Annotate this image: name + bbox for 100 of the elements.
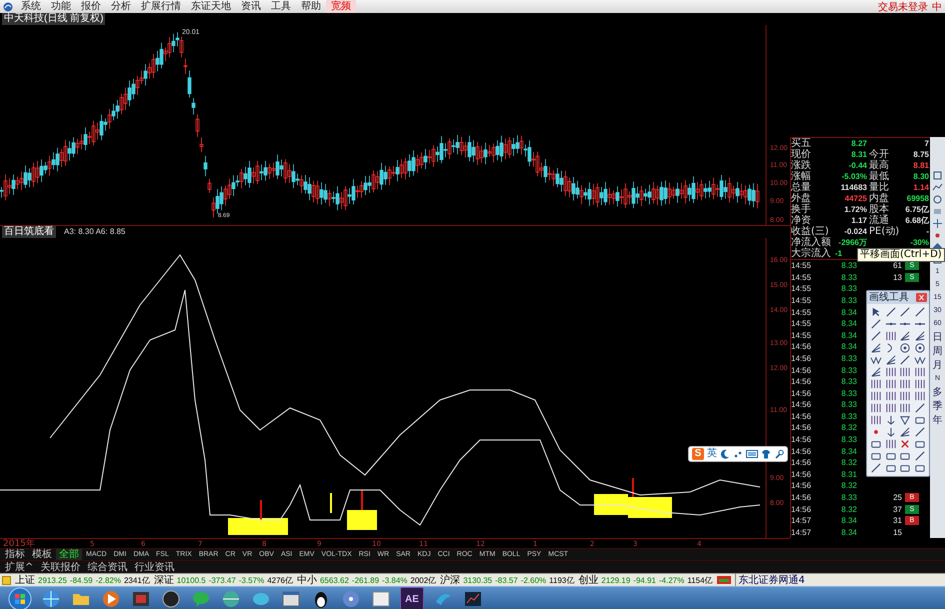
quote-value: 6.68亿 (905, 216, 929, 225)
tick-price: 8.32 (840, 458, 858, 468)
quote-label: 换手 (791, 204, 812, 215)
chart-title: 中天科技(日线 前复权) (2, 13, 106, 25)
tick-price: 8.34 (840, 308, 858, 317)
tick-time: 14:56 (791, 354, 812, 363)
quote-value: 8.30 (913, 172, 929, 181)
quote-value: -2966万 (838, 238, 867, 247)
quote-value: -0.024 (844, 227, 867, 236)
quote-value: 69958 (906, 194, 929, 203)
quote-label: 净资 (791, 215, 812, 226)
tick-volume: 25 (892, 492, 903, 502)
period-button[interactable]: 年 (932, 414, 942, 427)
menu-item[interactable]: 功能 (46, 0, 76, 13)
quote-value: -1 (835, 249, 842, 258)
index-amount: 4276亿 (267, 574, 293, 586)
index-value: 6563.62 (320, 576, 349, 584)
tick-time: 14:56 (791, 366, 812, 375)
quote-value: -5.03% (842, 172, 867, 181)
menu-item[interactable]: 资讯 (236, 0, 266, 13)
quote-label: 买五 (791, 138, 812, 149)
tick-time: 14:56 (791, 388, 812, 398)
index-value: 10100.5 (176, 576, 206, 584)
quote-value: 44725 (844, 194, 867, 203)
tick-time: 14:56 (791, 458, 812, 468)
input-mode-button[interactable]: 英 (707, 448, 717, 460)
login-status[interactable]: 交易未登录 (878, 0, 932, 14)
menu-item[interactable]: 系统 (16, 0, 46, 13)
tick-price: 8.32 (840, 481, 858, 490)
tick-time: 14:57 (791, 516, 812, 526)
quote-label: 股本 (869, 204, 890, 215)
quote-label: 内盘 (869, 193, 890, 204)
tick-price: 8.31 (840, 470, 858, 479)
menu-item[interactable]: 报价 (76, 0, 106, 13)
info-tab[interactable]: 扩展^ (2, 562, 36, 572)
period-button[interactable]: 周 (932, 345, 942, 358)
index-percent: -3.84% (382, 576, 408, 584)
tick-time: 14:55 (791, 308, 812, 317)
menu-item[interactable]: 东证天地 (186, 0, 236, 13)
tick-time: 14:56 (791, 481, 812, 490)
menu-item[interactable]: 宽频 (326, 0, 356, 13)
indicator-tab[interactable]: 模板 (29, 549, 55, 560)
info-tab[interactable]: 行业资讯 (131, 562, 178, 572)
tick-price: 8.34 (840, 446, 858, 456)
quote-label: 外盘 (791, 193, 812, 204)
tick-time: 14:56 (791, 412, 812, 421)
quote-label: 今开 (869, 149, 890, 160)
quote-label: PE(动) (869, 226, 897, 237)
tick-price: 8.34 (840, 516, 858, 526)
tick-time: 14:55 (791, 296, 812, 306)
tick-price: 8.32 (840, 504, 858, 514)
tooltip: 平移画面(Ctrl+D) (857, 248, 945, 262)
menu-item[interactable]: 分析 (106, 0, 136, 13)
quote-label: 总量 (791, 182, 812, 193)
index-name: 创业 (578, 574, 598, 587)
tick-volume: 13 (892, 272, 903, 282)
index-value: 2913.25 (38, 576, 67, 584)
quote-label: 涨跌 (791, 160, 812, 171)
index-change: -83.57 (495, 576, 518, 584)
menu-item[interactable]: 扩展行情 (136, 0, 186, 13)
quote-value: 1.17 (851, 216, 867, 225)
menu-item[interactable]: 帮助 (296, 0, 326, 13)
index-name: 深证 (154, 574, 174, 587)
indicator-tab[interactable]: 指标 (2, 549, 28, 560)
period-button[interactable]: 月 (932, 359, 942, 372)
quote-label: 收益(三) (791, 226, 829, 237)
quote-value: 1.72% (844, 205, 867, 214)
index-value: 2129.19 (601, 576, 630, 584)
index-amount: 1154亿 (687, 574, 713, 586)
info-tab[interactable]: 关联报价 (37, 562, 84, 572)
tick-price: 8.34 (840, 330, 858, 340)
tick-price: 8.33 (840, 435, 858, 444)
index-change: -94.91 (633, 576, 656, 584)
quote-label: 最低 (869, 171, 890, 182)
quote-value: 8.81 (913, 161, 929, 170)
tick-time: 14:56 (791, 377, 812, 386)
tick-price: 8.33 (840, 400, 858, 410)
quote-label: 大宗流入 (791, 248, 832, 259)
index-amount: 2341亿 (124, 574, 150, 586)
period-button[interactable]: 日 (932, 331, 942, 344)
tick-price: 8.33 (840, 296, 858, 306)
input-mode-indicator[interactable]: 中 (932, 0, 945, 14)
tick-time: 14:55 (791, 284, 812, 294)
tick-price: 8.33 (840, 354, 858, 363)
index-value: 3130.35 (463, 576, 492, 584)
info-tab[interactable]: 综合资讯 (84, 562, 130, 572)
period-button[interactable]: 季 (932, 400, 942, 413)
index-percent: -3.57% (238, 576, 264, 584)
tick-time: 14:56 (791, 492, 812, 502)
indicator-tab[interactable]: 全部 (56, 549, 82, 560)
app-button[interactable]: AE (400, 587, 424, 609)
quote-value: 114683 (840, 183, 867, 192)
menu-item[interactable]: 工具 (266, 0, 296, 13)
tick-price: 8.33 (840, 261, 858, 270)
quote-label: 流通 (869, 215, 890, 226)
index-change: -373.47 (208, 576, 236, 584)
index-percent: -2.82% (96, 576, 121, 584)
period-button[interactable]: 多 (932, 386, 942, 399)
tick-price: 8.33 (840, 412, 858, 421)
tick-price: 8.33 (840, 377, 858, 386)
